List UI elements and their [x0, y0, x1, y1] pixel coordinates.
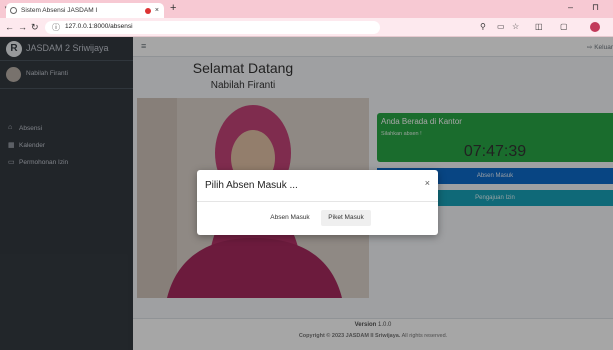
modal-absen-masuk-button[interactable]: Absen Masuk — [265, 210, 315, 226]
absen-modal: Pilih Absen Masuk ... × Absen Masuk Pike… — [197, 170, 438, 235]
profile-icon[interactable] — [590, 22, 600, 32]
tab-title: Sistem Absensi JASDAM I — [21, 7, 98, 14]
address-url: 127.0.0.1:8000/absensi — [65, 23, 133, 30]
modal-title: Pilih Absen Masuk ... — [205, 180, 298, 191]
browser-toolbar: ← → ↻ ⓘ 127.0.0.1:8000/absensi ⚲ ▭ ☆ ◫ ▢ — [0, 18, 613, 37]
recording-icon — [144, 7, 151, 14]
minimize-button[interactable]: – — [568, 2, 573, 12]
modal-piket-masuk-button[interactable]: Piket Masuk — [321, 210, 371, 226]
location-icon[interactable]: ⚲ — [480, 22, 486, 31]
forward-icon[interactable]: → — [18, 21, 27, 33]
reload-icon[interactable]: ↻ — [31, 21, 39, 33]
browser-tab[interactable]: Sistem Absensi JASDAM I × — [6, 3, 164, 18]
modal-divider — [197, 201, 438, 202]
favicon-icon — [10, 7, 17, 14]
site-info-icon[interactable]: ⓘ — [52, 22, 60, 33]
address-bar[interactable]: ⓘ 127.0.0.1:8000/absensi — [45, 21, 380, 34]
maximize-button[interactable]: ⊓ — [592, 2, 599, 13]
browser-tabbar: ▾ Sistem Absensi JASDAM I × + – ⊓ — [0, 0, 613, 18]
close-icon[interactable]: × — [425, 178, 430, 188]
tab-close-icon[interactable]: × — [155, 7, 159, 14]
new-tab-button[interactable]: + — [170, 2, 176, 14]
bookmark-star-icon[interactable]: ☆ — [512, 22, 519, 31]
cast-icon[interactable]: ▭ — [497, 22, 505, 31]
sidepanel-icon[interactable]: ▢ — [560, 22, 568, 31]
back-icon[interactable]: ← — [5, 21, 14, 33]
extensions-icon[interactable]: ◫ — [535, 22, 543, 31]
